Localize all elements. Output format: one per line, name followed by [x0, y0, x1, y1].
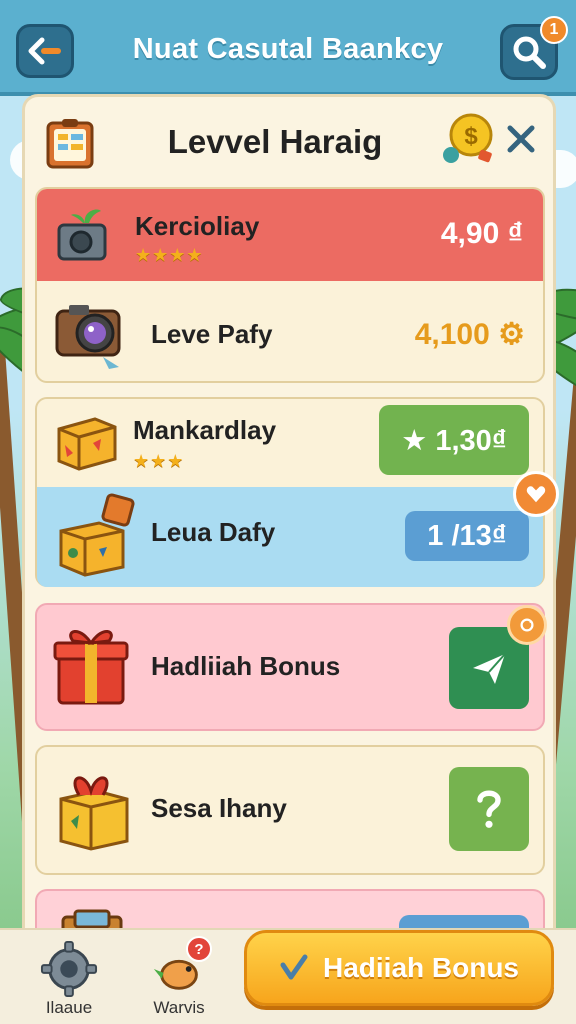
level-name: Leve Pafy [151, 319, 273, 349]
gift-icon [53, 630, 129, 705]
app-title: Nuat Casutal Baankcy [132, 33, 444, 65]
notification-badge: 1 [540, 16, 568, 44]
top-bar: Nuat Casutal Baankcy 1 [0, 0, 576, 96]
level-group-1: Kercioliay ★★★★ 4,90 ₫ Leve Pafy 4,100 ⚙ [35, 187, 545, 383]
level-price-pill[interactable]: 1 /13₫ [405, 511, 529, 561]
camera-plant-icon [57, 209, 107, 261]
level-row[interactable]: Leua Dafy 1 /13₫ [37, 487, 543, 587]
bottom-nav: Ilaaue ? Warvis Hadiiah Bonus [0, 928, 576, 1024]
level-price: 4,100 ⚙ [414, 318, 525, 351]
gift-box-icon [59, 776, 129, 851]
heart-badge[interactable] [513, 471, 559, 517]
gear-icon [40, 940, 98, 998]
level-name: Mankardlay [133, 415, 277, 445]
nav-item-settings[interactable]: Ilaaue [24, 936, 114, 1022]
bonus-button-label: Hadiiah Bonus [322, 952, 519, 983]
star-rating: ★★★ [133, 451, 185, 471]
svg-text:$: $ [464, 123, 478, 150]
nav-label: Ilaaue [45, 998, 93, 1017]
coin-icon: $ [443, 113, 493, 163]
star-rating: ★★★★ [135, 245, 204, 265]
level-group-2: Mankardlay ★★★ ★ 1,30₫ Leua Dafy 1 /13₫ [35, 397, 559, 587]
level-name: Leua Dafy [151, 517, 276, 547]
check-icon [280, 954, 308, 980]
back-arrow-icon [28, 37, 61, 65]
level-price-pill[interactable]: ★ 1,30₫ [379, 405, 529, 475]
level-row-mystery[interactable]: Sesa Ihany [35, 745, 545, 875]
level-panel: Levvel Haraig $ Kercioliay ★★★★ 4,90 ₫ L… [22, 94, 559, 975]
nav-item-profile[interactable]: ? Warvis [134, 936, 224, 1022]
level-name: Kercioliay [135, 211, 260, 241]
search-icon [513, 36, 546, 69]
claim-bonus-button[interactable]: Hadiiah Bonus [244, 930, 554, 1006]
paper-plane-icon [473, 653, 506, 684]
heart-icon [526, 486, 546, 503]
close-icon [507, 125, 535, 153]
refresh-icon [520, 618, 534, 632]
bonus-title: Hadliiah Bonus [151, 651, 341, 681]
question-icon [477, 790, 501, 828]
level-row[interactable]: Mankardlay ★★★ ★ 1,30₫ [37, 399, 543, 487]
panel-header: Levvel Haraig $ [25, 97, 553, 189]
back-button[interactable] [16, 24, 74, 78]
box-icon [57, 417, 117, 471]
bonus-row[interactable]: Hadliiah Bonus [35, 603, 547, 731]
clipboard-icon [46, 119, 94, 169]
camera-icon [55, 305, 121, 369]
panel-title: Levvel Haraig [167, 123, 383, 160]
nav-label: Warvis [153, 998, 205, 1017]
open-box-icon [59, 493, 135, 577]
mystery-button[interactable] [449, 767, 529, 851]
close-button[interactable] [501, 119, 541, 159]
level-row[interactable]: Leve Pafy 4,100 ⚙ [37, 281, 543, 383]
nav-badge: ? [186, 936, 212, 962]
level-price: 4,90 ₫ [440, 217, 523, 250]
level-name: Sesa Ihany [151, 793, 287, 823]
refresh-badge[interactable] [507, 605, 547, 645]
level-row[interactable]: Kercioliay ★★★★ 4,90 ₫ [37, 189, 543, 281]
